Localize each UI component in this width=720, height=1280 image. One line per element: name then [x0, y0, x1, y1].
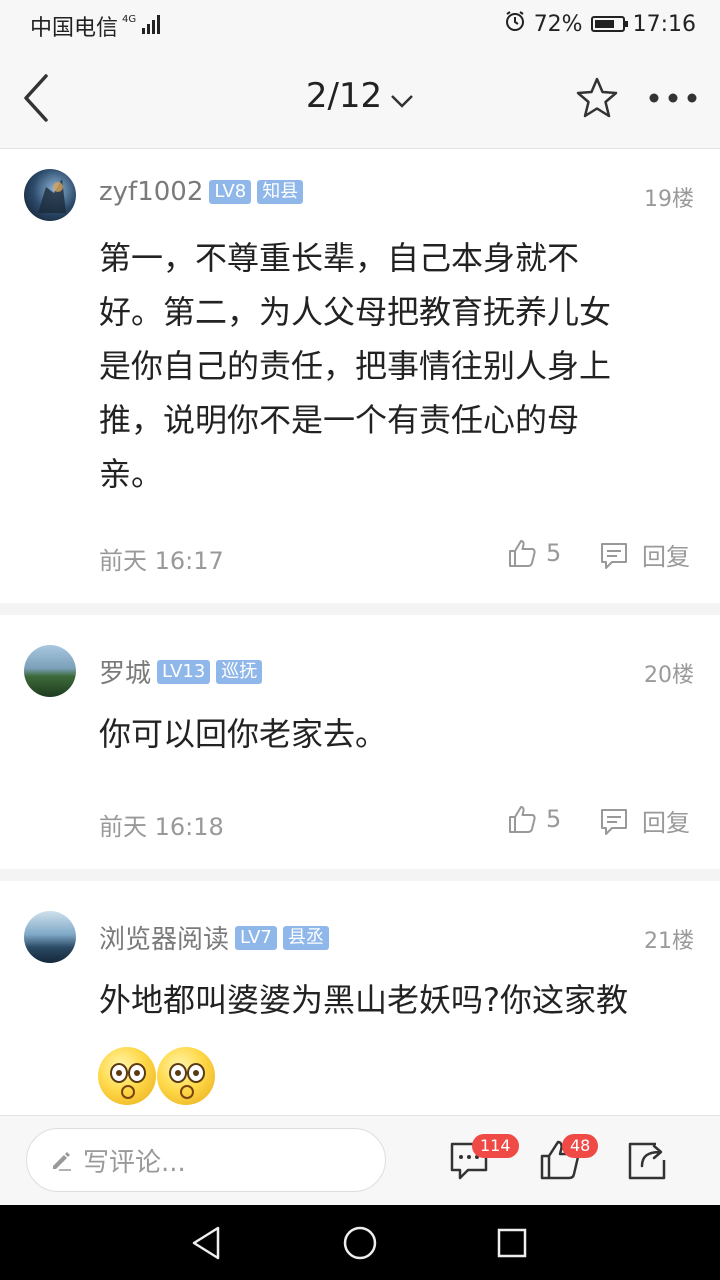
comment-text: 第一，不尊重长辈，自己本身就不 好。第二，为人父母把教育抚养儿女 是你自己的责任… [99, 231, 669, 501]
like-button[interactable]: 5 [506, 803, 561, 835]
status-right: 72% 17:16 [504, 10, 696, 38]
comment-count-badge: 114 [472, 1134, 519, 1158]
comment-time: 前天 16:18 [99, 813, 224, 841]
like-post-button[interactable]: 48 [538, 1134, 599, 1186]
floor-number: 20楼 [644, 663, 694, 688]
share-button[interactable] [626, 1138, 670, 1186]
comment-input[interactable]: 写评论... [26, 1128, 386, 1192]
floor-number: 19楼 [644, 187, 694, 212]
surprised-emoji-icon [98, 1047, 156, 1105]
comment-line: 是你自己的责任，把事情往别人身上 [99, 347, 612, 385]
share-icon [628, 1142, 666, 1180]
comment-item: zyf1002 LV8 知县 19楼 第一，不尊重长辈，自己本身就不 好。第二，… [0, 149, 720, 615]
battery-percent: 72% [533, 11, 583, 37]
thumb-up-icon [509, 806, 536, 833]
comments-button[interactable]: 114 [448, 1134, 519, 1186]
comment-line: 你可以回你老家去。 [99, 715, 388, 753]
comment-bubble-icon [601, 542, 627, 569]
nav-recents-square-icon[interactable] [496, 1227, 528, 1259]
comment-line: 外地都叫婆婆为黑山老妖吗?你这家教 [99, 981, 628, 1019]
avatar[interactable] [24, 645, 76, 697]
comment-time: 前天 16:17 [99, 547, 224, 575]
nav-back-triangle-icon[interactable] [190, 1225, 222, 1261]
more-icon [649, 93, 697, 103]
nav-home-circle-icon[interactable] [342, 1225, 378, 1261]
favorite-button[interactable] [574, 76, 620, 124]
signal-icon: 4G [122, 12, 164, 40]
alarm-icon [504, 10, 526, 38]
comment-line: 推，说明你不是一个有责任心的母 [99, 401, 580, 439]
like-count-badge: 48 [562, 1134, 599, 1158]
bottom-action-bar: 写评论... 114 48 [0, 1115, 720, 1206]
comment-line: 第一，不尊重长辈，自己本身就不 [99, 239, 580, 277]
comment-author[interactable]: 浏览器阅读 LV7 县丞 [99, 919, 329, 956]
thumb-up-icon [509, 540, 536, 567]
page-indicator: 2/12 [305, 76, 383, 116]
surprised-emoji-icon [157, 1047, 215, 1105]
carrier-label: 中国电信 [30, 16, 119, 41]
avatar[interactable] [24, 169, 76, 221]
comment-author[interactable]: 罗城 LV13 巡抚 [99, 653, 263, 690]
username: zyf1002 [99, 177, 204, 207]
comment-placeholder: 写评论... [83, 1147, 186, 1178]
title-badge: 巡抚 [216, 659, 263, 684]
avatar[interactable] [24, 911, 76, 963]
comment-bubble-icon [601, 808, 627, 835]
status-bar: 中国电信 4G 72% 17:16 [0, 0, 720, 50]
chevron-down-icon [390, 78, 414, 118]
comment-text: 外地都叫婆婆为黑山老妖吗?你这家教 [99, 973, 669, 1027]
network-type-label: 4G [122, 14, 136, 25]
level-badge: LV13 [157, 659, 211, 684]
comment-item: 罗城 LV13 巡抚 20楼 你可以回你老家去。 前天 16:18 5 回复 [0, 615, 720, 881]
like-count: 5 [546, 805, 562, 833]
username: 罗城 [99, 659, 152, 689]
username: 浏览器阅读 [99, 925, 230, 955]
star-icon [576, 77, 618, 118]
reply-label: 回复 [642, 809, 690, 837]
more-button[interactable] [648, 86, 698, 114]
system-navigation-bar [0, 1205, 720, 1280]
floor-number: 21楼 [644, 929, 694, 954]
comment-line: 亲。 [99, 455, 164, 493]
comment-line: 好。第二，为人父母把教育抚养儿女 [99, 293, 612, 331]
pencil-icon [53, 1152, 71, 1171]
top-nav: 2/12 [0, 50, 720, 149]
battery-icon [590, 16, 628, 32]
comment-item: 浏览器阅读 LV7 县丞 21楼 外地都叫婆婆为黑山老妖吗?你这家教 [0, 881, 720, 1115]
title-badge: 知县 [257, 180, 304, 204]
reply-button[interactable]: 回复 [598, 803, 690, 838]
like-button[interactable]: 5 [506, 537, 561, 569]
clock: 17:16 [632, 11, 696, 37]
comment-text: 你可以回你老家去。 [99, 707, 669, 761]
like-count: 5 [546, 539, 562, 567]
title-badge: 县丞 [282, 925, 329, 950]
reply-button[interactable]: 回复 [598, 537, 690, 572]
level-badge: LV7 [235, 925, 277, 950]
reply-label: 回复 [642, 543, 690, 571]
level-badge: LV8 [209, 180, 252, 204]
comment-author[interactable]: zyf1002 LV8 知县 [99, 177, 304, 207]
